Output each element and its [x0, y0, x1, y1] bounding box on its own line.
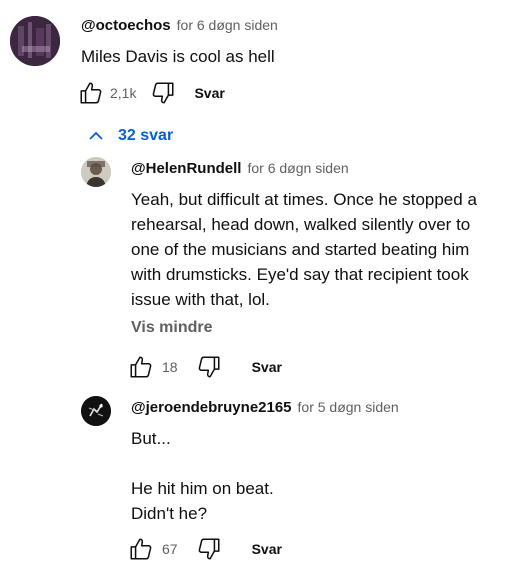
reply-actions: 18 Svar	[128, 354, 282, 380]
reply-time[interactable]: for 6 døgn siden	[247, 160, 348, 176]
thumb-down-icon[interactable]	[196, 536, 222, 562]
reply-text: But... He hit him on beat. Didn't he?	[131, 429, 274, 523]
comment-actions: 2,1k Svar	[78, 80, 225, 106]
thumb-down-icon[interactable]	[196, 354, 222, 380]
reply-text: Yeah, but difficult at times. Once he st…	[131, 190, 477, 309]
reply-author[interactable]: @HelenRundell	[131, 160, 241, 177]
show-less-button[interactable]: Vis mindre	[131, 319, 213, 337]
thumb-up-icon[interactable]	[78, 80, 104, 106]
reply-header: @jeroendebruyne2165 for 5 døgn siden	[131, 399, 399, 416]
reply-avatar-image	[81, 396, 111, 426]
comment-header: @octoechos for 6 døgn siden	[81, 17, 278, 34]
reply-actions: 67 Svar	[128, 536, 282, 562]
reply-button[interactable]: Svar	[252, 541, 282, 557]
comment-text: Miles Davis is cool as hell	[81, 47, 275, 66]
avatar-image	[10, 16, 60, 66]
reply-button[interactable]: Svar	[194, 85, 224, 101]
reply-avatar[interactable]	[81, 396, 111, 426]
reply-avatar-image	[81, 157, 111, 187]
thumb-down-icon[interactable]	[150, 80, 176, 106]
comment-author[interactable]: @octoechos	[81, 17, 171, 34]
like-count: 18	[162, 359, 178, 375]
like-count: 2,1k	[110, 85, 137, 101]
reply-header: @HelenRundell for 6 døgn siden	[131, 160, 349, 177]
thumb-up-icon[interactable]	[128, 536, 154, 562]
comment-time[interactable]: for 6 døgn siden	[177, 17, 278, 33]
reply-button[interactable]: Svar	[252, 359, 282, 375]
avatar[interactable]	[10, 16, 60, 66]
reply-author[interactable]: @jeroendebruyne2165	[131, 399, 292, 416]
chevron-up-icon	[86, 126, 106, 146]
replies-toggle-button[interactable]: 32 svar	[86, 126, 173, 146]
thumb-up-icon[interactable]	[128, 354, 154, 380]
reply-time[interactable]: for 5 døgn siden	[298, 399, 399, 415]
like-count: 67	[162, 541, 178, 557]
replies-toggle-label: 32 svar	[118, 127, 174, 144]
reply-avatar[interactable]	[81, 157, 111, 187]
